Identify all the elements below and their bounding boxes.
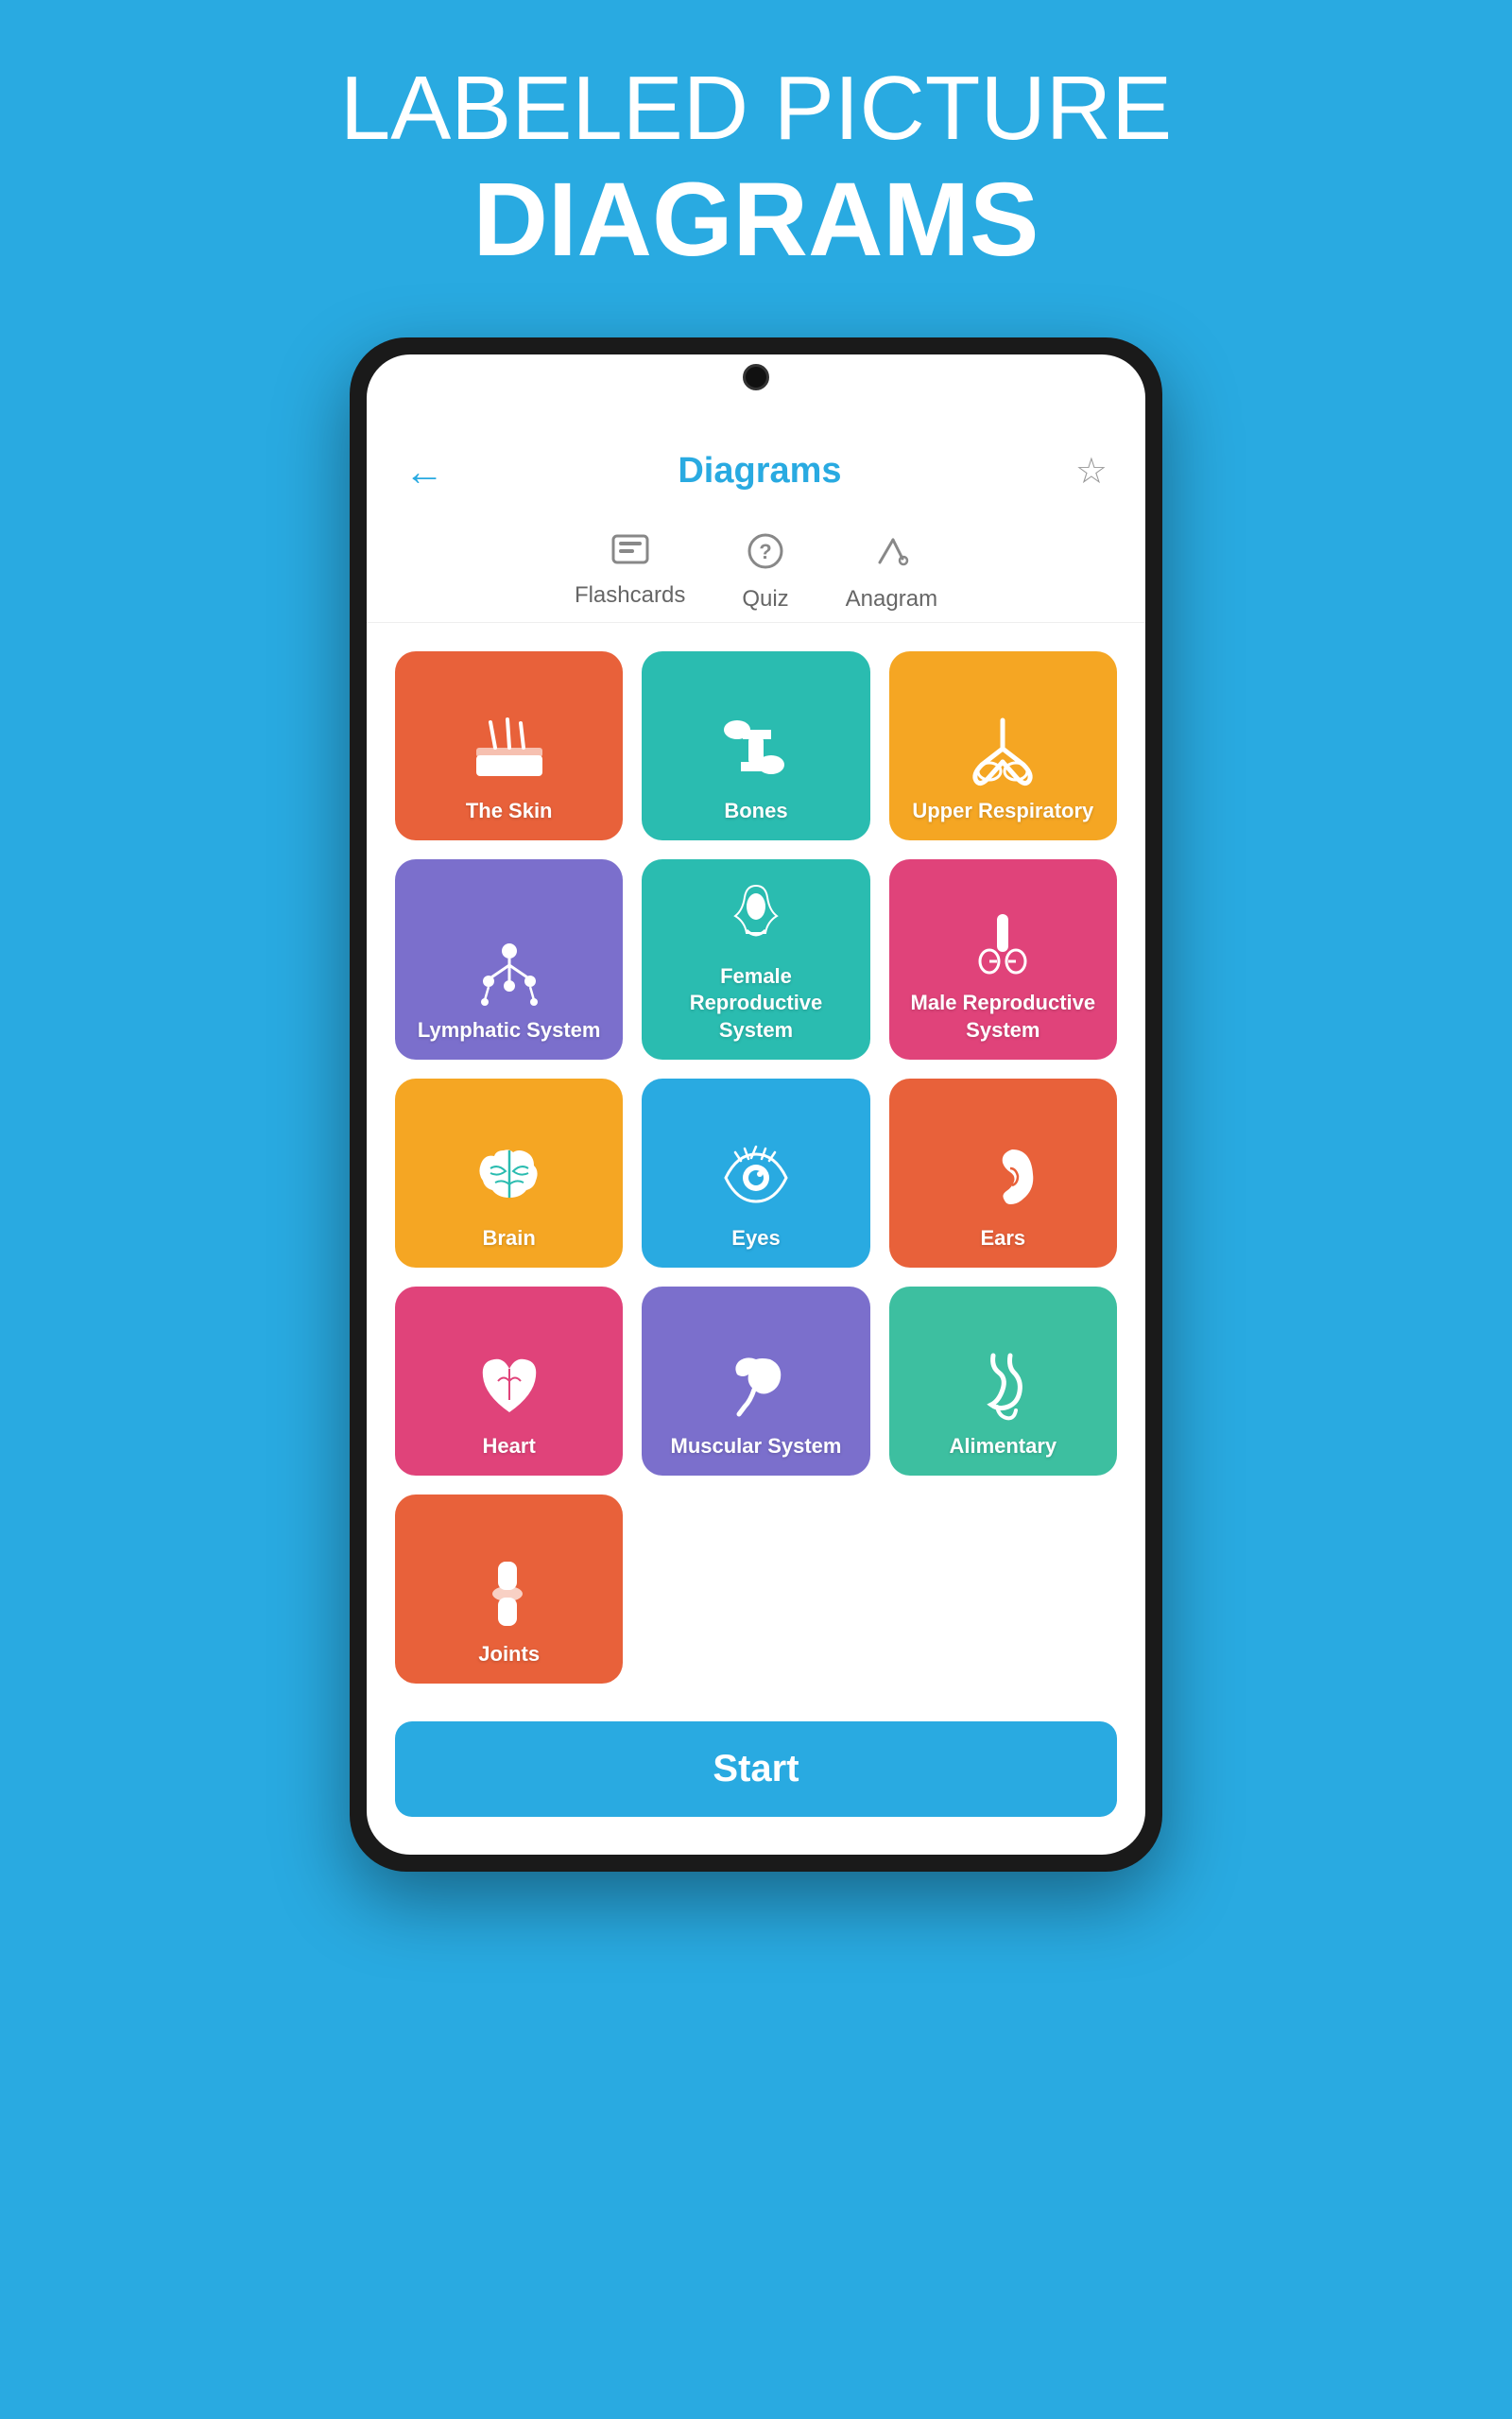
grid-item-lymphatic[interactable]: Lymphatic System [395,859,623,1060]
grid-item-bones[interactable]: Bones [642,651,869,840]
hero-line1: LABELED PICTURE [340,57,1172,161]
grid-item-heart[interactable]: Heart [395,1287,623,1476]
tab-bar: Flashcards ? Quiz [367,513,1145,623]
grid-item-alimentary[interactable]: Alimentary [889,1287,1117,1476]
app-header: ← Diagrams ☆ [367,430,1145,513]
screen-content: ← Diagrams ☆ Flashcards [367,354,1145,1855]
back-button[interactable]: ← [404,449,444,494]
grid-item-eyes[interactable]: Eyes [642,1079,869,1268]
anagram-icon [872,532,910,579]
start-bar: Start [395,1721,1117,1817]
bones-label: Bones [724,798,787,825]
respiratory-label: Upper Respiratory [912,798,1093,825]
tab-anagram[interactable]: Anagram [846,532,937,613]
grid-item-the-skin[interactable]: The Skin [395,651,623,840]
page-title: Diagrams [678,451,841,492]
quiz-label: Quiz [742,586,788,613]
brain-label: Brain [483,1225,536,1253]
diagram-grid: The Skin Bones [367,623,1145,1702]
svg-text:?: ? [759,540,771,563]
phone-screen: ← Diagrams ☆ Flashcards [367,354,1145,1855]
favorite-button[interactable]: ☆ [1075,450,1108,492]
anagram-label: Anagram [846,586,937,613]
grid-item-male-reproductive[interactable]: Male Reproductive System [889,859,1117,1060]
grid-item-brain[interactable]: Brain [395,1079,623,1268]
camera [743,364,769,390]
grid-item-muscular[interactable]: Muscular System [642,1287,869,1476]
muscular-label: Muscular System [671,1433,842,1460]
quiz-icon: ? [747,532,784,579]
tab-flashcards[interactable]: Flashcards [575,532,685,613]
tab-quiz[interactable]: ? Quiz [742,532,788,613]
eyes-label: Eyes [731,1225,780,1253]
female-reproductive-label: Female Reproductive System [651,963,860,1045]
lymphatic-label: Lymphatic System [418,1017,601,1045]
skin-label: The Skin [466,798,553,825]
joints-label: Joints [478,1641,540,1668]
male-reproductive-label: Male Reproductive System [899,990,1108,1044]
hero-section: LABELED PICTURE DIAGRAMS [340,57,1172,337]
phone-frame: ← Diagrams ☆ Flashcards [350,337,1162,1872]
start-button[interactable]: Start [395,1721,1117,1817]
grid-item-joints[interactable]: Joints [395,1495,623,1684]
flashcards-label: Flashcards [575,582,685,609]
hero-line2: DIAGRAMS [340,161,1172,281]
grid-item-female-reproductive[interactable]: Female Reproductive System [642,859,869,1060]
heart-label: Heart [483,1433,536,1460]
alimentary-label: Alimentary [949,1433,1057,1460]
flashcard-icon [611,532,649,575]
grid-item-upper-respiratory[interactable]: Upper Respiratory [889,651,1117,840]
ears-label: Ears [980,1225,1025,1253]
grid-item-ears[interactable]: Ears [889,1079,1117,1268]
